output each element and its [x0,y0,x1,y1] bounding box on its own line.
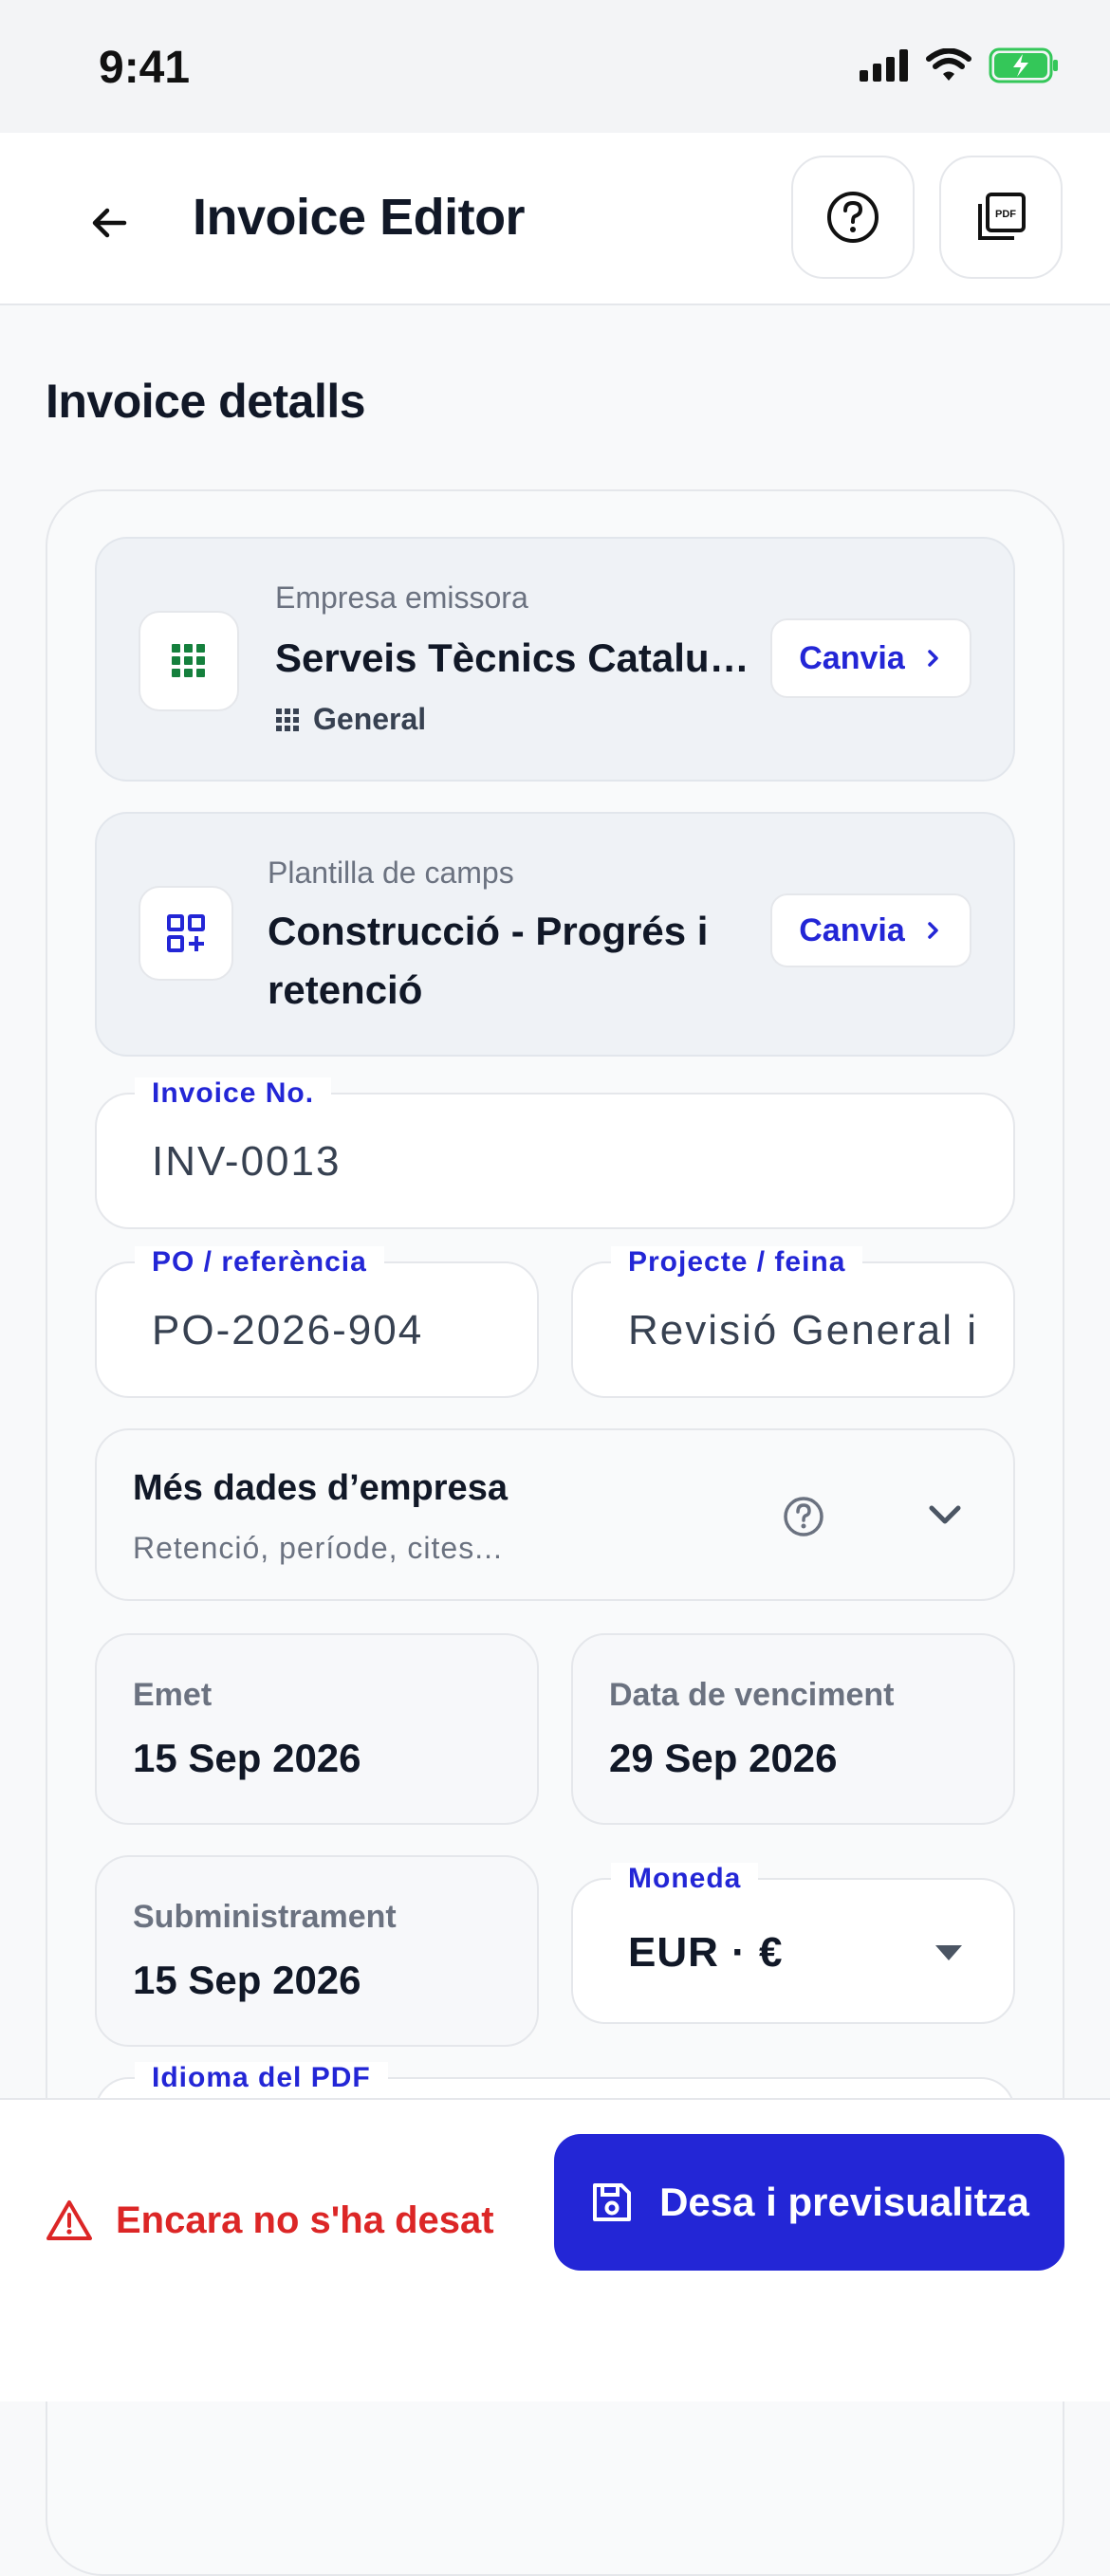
save-icon [593,2183,632,2221]
company-icon-box [139,611,239,711]
invoice-number-value[interactable]: INV-0013 [152,1138,341,1186]
bottom-action-bar: Encara no s'ha desat Desa i previsualitz… [0,2098,1110,2401]
due-date-label: Data de venciment [609,1677,895,1713]
project-label: Projecte / feina [611,1246,863,1279]
status-bar: 9:41 [0,0,1110,133]
chevron-down-icon [929,1505,961,1524]
currency-label: Moneda [611,1863,759,1895]
page-title: Invoice Editor [193,189,526,246]
pdf-button[interactable]: PDF [939,156,1063,279]
status-time: 9:41 [99,43,191,93]
po-reference-field[interactable]: PO / referència PO-2026-904 [95,1246,539,1398]
issue-date-label: Emet [133,1677,213,1713]
supply-date-field[interactable]: Subministrament 15 Sep 2026 [95,1855,539,2047]
more-company-title: Més dades d’empresa [133,1468,508,1508]
project-value[interactable]: Revisió General i [628,1307,989,1354]
save-and-preview-button[interactable]: Desa i previsualitza [554,2134,1064,2271]
invoice-number-field[interactable]: Invoice No. INV-0013 [95,1077,1015,1229]
unsaved-text: Encara no s'ha desat [116,2199,494,2241]
pdf-language-label: Idioma del PDF [135,2062,388,2094]
project-field[interactable]: Projecte / feina Revisió General i [571,1246,1015,1398]
grid-icon [172,644,205,677]
status-icons [860,47,1061,83]
company-name: Serveis Tècnics Catalunya [275,635,749,680]
currency-select[interactable]: Moneda EUR · € [571,1863,1015,2024]
template-name-line1: Construcció - Progrés i [268,909,709,953]
arrow-left-icon [92,208,127,238]
due-date-field[interactable]: Data de venciment 29 Sep 2026 [571,1633,1015,1825]
battery-charging-icon [989,47,1058,83]
caret-down-icon [935,1945,962,1960]
back-button[interactable] [76,190,142,256]
change-template-button[interactable]: Canvia [770,893,971,967]
template-name-line2: retenció [268,967,423,1012]
template-picker[interactable]: Plantilla de camps Construcció - Progrés… [95,812,1015,1057]
warning-triangle-icon [46,2200,92,2240]
company-group-label: General [313,702,427,736]
help-button[interactable] [791,156,915,279]
chevron-right-icon [928,650,938,667]
currency-value: EUR · € [628,1929,784,1976]
more-company-subtitle: Retenció, període, cites... [133,1531,503,1565]
due-date-value: 29 Sep 2026 [609,1736,838,1780]
help-circle-icon[interactable] [782,1495,825,1538]
invoice-number-label: Invoice No. [135,1077,332,1110]
add-grid-icon [167,914,205,952]
supply-date-label: Subministrament [133,1899,397,1935]
po-reference-label: PO / referència [135,1246,384,1279]
issue-date-field[interactable]: Emet 15 Sep 2026 [95,1633,539,1825]
save-and-preview-label: Desa i previsualitza [659,2180,1029,2224]
change-company-button[interactable]: Canvia [770,618,971,698]
more-company-data-accordion[interactable]: Més dades d’empresa Retenció, període, c… [95,1428,1015,1601]
pdf-icon: PDF [978,193,1026,240]
template-icon-box [139,886,233,981]
supply-date-value: 15 Sep 2026 [133,1958,361,2002]
company-picker[interactable]: Empresa emissora Serveis Tècnics Catalun… [95,537,1015,782]
po-reference-value[interactable]: PO-2026-904 [152,1307,522,1354]
app-bar: Invoice Editor PDF [0,133,1110,305]
chevron-right-icon [928,922,938,939]
change-template-label: Canvia [799,911,905,948]
unsaved-indicator: Encara no s'ha desat [46,2199,494,2242]
svg-text:PDF: PDF [995,209,1016,220]
company-kicker: Empresa emissora [275,580,528,615]
help-circle-icon [827,192,879,243]
template-kicker: Plantilla de camps [268,856,514,890]
wifi-icon [926,48,971,81]
small-grid-icon [276,708,299,731]
company-group: General [275,702,426,737]
issue-date-value: 15 Sep 2026 [133,1736,361,1780]
change-company-label: Canvia [799,639,905,676]
section-title: Invoice detalls [46,375,366,428]
signal-icon [860,49,908,82]
